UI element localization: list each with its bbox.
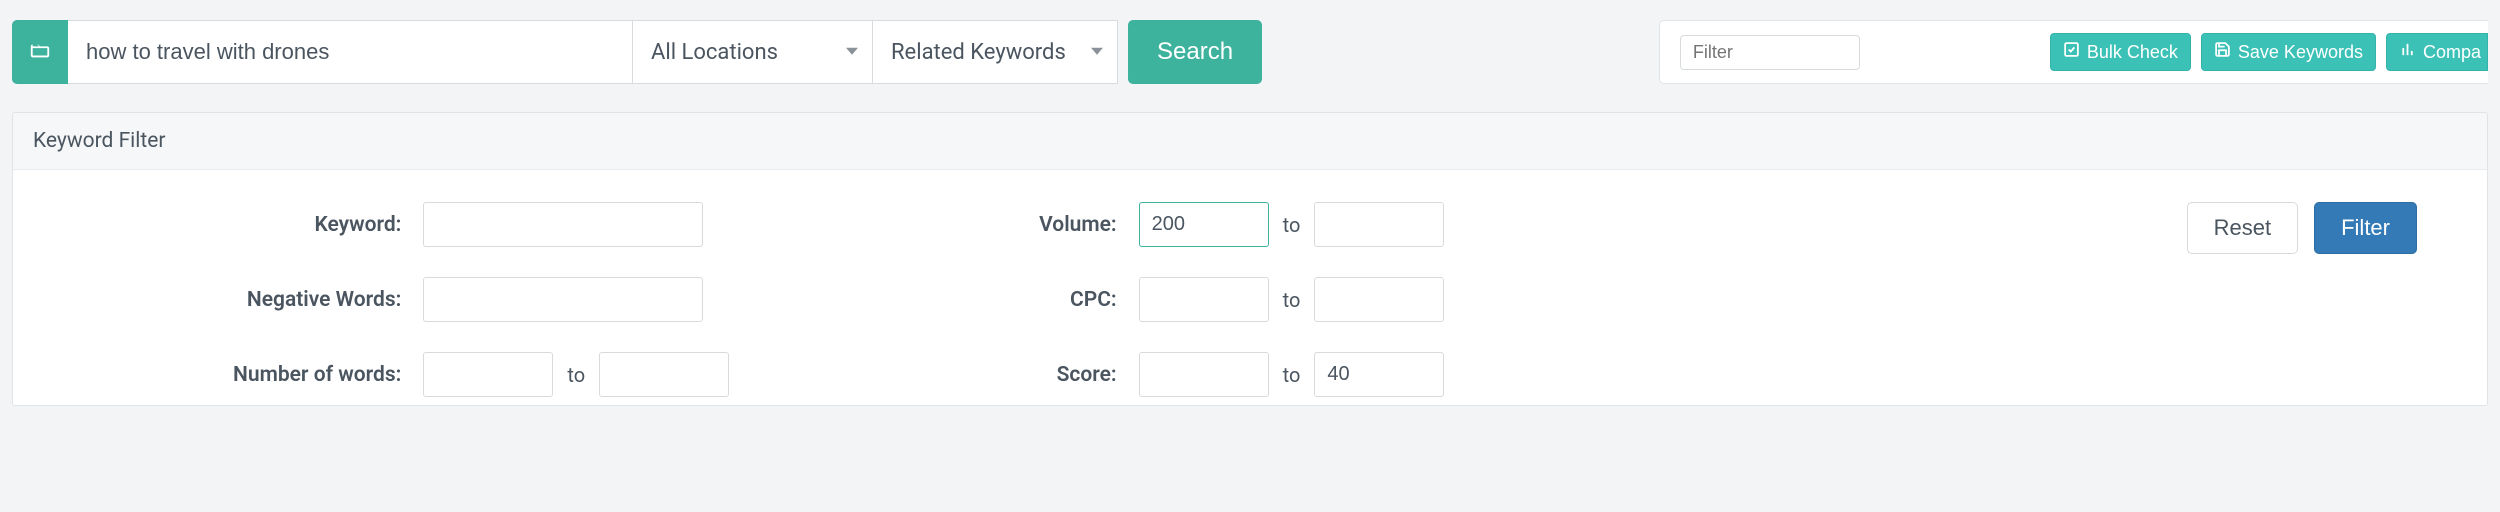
volume-to-field[interactable] [1314,202,1444,247]
mode-select-label: Related Keywords [891,40,1066,65]
filter-col-right: Volume: to CPC: to Score: to [1039,202,1444,397]
filter-button[interactable]: Filter [2314,202,2417,254]
topbar-right: Bulk Check Save Keywords Compa [1659,20,2488,84]
save-keywords-button[interactable]: Save Keywords [2201,33,2376,71]
search-button[interactable]: Search [1128,20,1262,84]
topbar: All Locations Related Keywords Search Bu… [0,0,2500,96]
number-of-words-label: Number of words: [233,363,401,387]
save-keywords-label: Save Keywords [2238,42,2363,63]
reset-button[interactable]: Reset [2187,202,2298,254]
keyword-search-input[interactable] [68,20,633,84]
folder-open-icon [28,39,52,66]
score-to-field[interactable] [1314,352,1444,397]
quick-filter-input[interactable] [1680,35,1860,70]
volume-field-row: to [1139,202,1445,247]
save-icon [2214,41,2231,63]
negative-words-label: Negative Words: [233,288,401,312]
score-from-field[interactable] [1139,352,1269,397]
keyword-label: Keyword: [233,213,401,237]
score-field-row: to [1139,352,1445,397]
open-folder-button[interactable] [12,20,68,84]
to-label: to [567,363,585,387]
filter-actions: Reset Filter [2187,202,2447,254]
compare-label: Compa [2423,42,2481,63]
bulk-check-label: Bulk Check [2087,42,2178,63]
keyword-field[interactable] [423,202,703,247]
cpc-label: CPC: [1039,288,1117,312]
topbar-left: All Locations Related Keywords Search [12,20,1262,84]
to-label: to [1283,363,1301,387]
numwords-field-row: to [423,352,729,397]
mode-select[interactable]: Related Keywords [873,20,1118,84]
keyword-filter-panel: Keyword Filter Keyword: Negative Words: … [12,112,2488,406]
cpc-field-row: to [1139,277,1445,322]
location-select[interactable]: All Locations [633,20,873,84]
chevron-down-icon [846,48,858,55]
numwords-from-field[interactable] [423,352,553,397]
spacer [1262,20,1609,84]
compare-button[interactable]: Compa [2386,33,2488,71]
to-label: to [1283,288,1301,312]
bulk-check-button[interactable]: Bulk Check [2050,33,2191,71]
cpc-to-field[interactable] [1314,277,1444,322]
panel-title: Keyword Filter [13,113,2487,170]
location-select-label: All Locations [651,40,778,65]
filter-col-left: Keyword: Negative Words: Number of words… [233,202,729,397]
bar-chart-icon [2399,41,2416,63]
numwords-to-field[interactable] [599,352,729,397]
chevron-down-icon [1091,48,1103,55]
volume-from-field[interactable] [1139,202,1269,247]
negative-field-row [423,277,729,322]
panel-body: Keyword: Negative Words: Number of words… [13,170,2487,405]
negative-words-field[interactable] [423,277,703,322]
keyword-field-row [423,202,729,247]
check-square-icon [2063,41,2080,63]
to-label: to [1283,213,1301,237]
score-label: Score: [1039,363,1117,387]
volume-label: Volume: [1039,213,1117,237]
cpc-from-field[interactable] [1139,277,1269,322]
